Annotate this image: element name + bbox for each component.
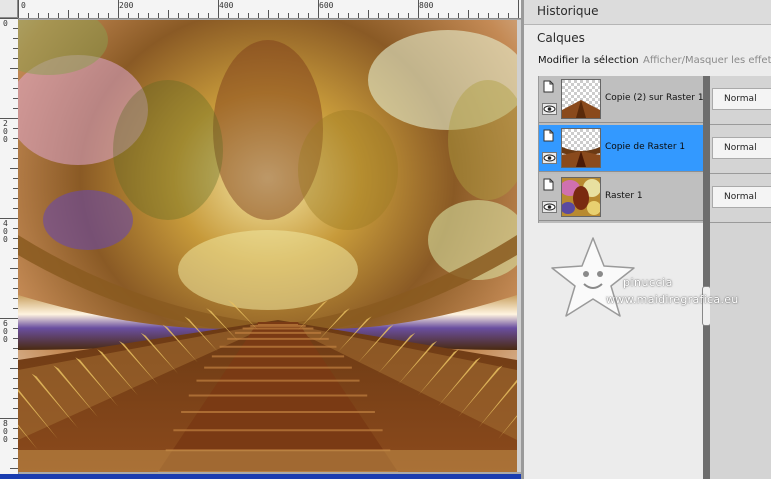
layers-panel-header[interactable]: Calques xyxy=(524,26,771,50)
ruler-label: 400 xyxy=(219,1,234,10)
layer-row-copie-de-raster-1[interactable]: Copie de Raster 1 xyxy=(539,125,704,172)
page-icon[interactable] xyxy=(543,80,554,93)
eye-icon[interactable] xyxy=(542,201,557,213)
blend-mode-select[interactable]: Normal xyxy=(712,88,771,110)
artwork xyxy=(18,20,517,472)
layers-toolbar: Modifier la sélection Afficher/Masquer l… xyxy=(524,50,771,72)
ruler-vertical: 0 200 400 600 800 xyxy=(0,18,19,479)
layer-thumbnail xyxy=(561,177,601,217)
blend-mode-select[interactable]: Normal xyxy=(712,186,771,208)
layer-name[interactable]: Raster 1 xyxy=(605,191,643,201)
modify-selection-button[interactable]: Modifier la sélection xyxy=(538,55,639,66)
divider xyxy=(710,222,771,223)
ruler-horizontal-ticks xyxy=(18,0,519,18)
page-icon[interactable] xyxy=(543,178,554,191)
layer-row-copie-2[interactable]: Copie (2) sur Raster 1 xyxy=(539,76,704,123)
watermark-name: pinuccia xyxy=(623,276,673,289)
canvas-bottom-bar xyxy=(0,474,521,479)
ruler-label: 200 xyxy=(119,1,134,10)
ruler-label: 0 xyxy=(21,1,26,10)
eye-icon[interactable] xyxy=(542,152,557,164)
ruler-label: 800 xyxy=(419,1,434,10)
eye-icon[interactable] xyxy=(542,103,557,115)
divider xyxy=(710,173,771,174)
ruler-label: 600 xyxy=(3,319,8,344)
ruler-vertical-ticks xyxy=(0,18,18,479)
blend-mode-select[interactable]: Normal xyxy=(712,137,771,159)
divider xyxy=(710,124,771,125)
ruler-label: 400 xyxy=(3,219,8,244)
ruler-horizontal: 0 200 400 600 800 xyxy=(18,0,521,19)
history-panel-header[interactable]: Historique xyxy=(524,0,771,25)
layer-thumbnail xyxy=(561,128,601,168)
layer-name[interactable]: Copie de Raster 1 xyxy=(605,142,685,152)
ruler-label: 200 xyxy=(3,119,8,144)
layers-list: Copie (2) sur Raster 1 Copie de Raster 1… xyxy=(538,76,704,223)
canvas-area[interactable]: 0 200 400 600 800 0 200 400 600 800 xyxy=(0,0,521,479)
ruler-label: 0 xyxy=(3,19,8,28)
layers-title: Calques xyxy=(537,31,585,45)
ruler-label: 600 xyxy=(319,1,334,10)
history-title: Historique xyxy=(537,4,599,18)
document-image[interactable] xyxy=(18,20,521,472)
layer-row-raster-1[interactable]: Raster 1 xyxy=(539,174,704,221)
watermark-url: www.maidiregrafica.eu xyxy=(606,293,739,306)
page-icon[interactable] xyxy=(543,129,554,142)
toggle-effects-button[interactable]: Afficher/Masquer les effets xyxy=(643,55,771,66)
side-panel: Historique Calques Modifier la sélection… xyxy=(524,0,771,479)
layer-thumbnail xyxy=(561,79,601,119)
ruler-corner xyxy=(0,0,18,18)
layer-name[interactable]: Copie (2) sur Raster 1 xyxy=(605,93,704,103)
ruler-label: 800 xyxy=(3,419,8,444)
